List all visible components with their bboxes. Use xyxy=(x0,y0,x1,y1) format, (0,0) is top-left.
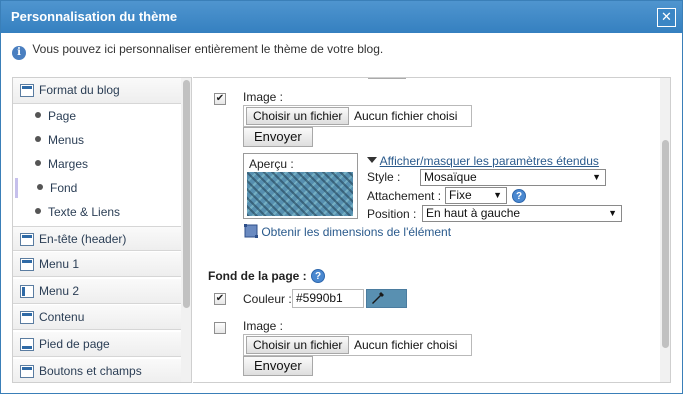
color-input[interactable]: #5990b1 xyxy=(292,289,364,308)
sidebar-group-format[interactable]: Format du blog xyxy=(13,78,181,104)
sidebar-group-footer[interactable]: Pied de page xyxy=(13,332,181,357)
attachment-value: Fixe xyxy=(449,188,472,202)
sidebar-group-header[interactable]: En-tête (header) xyxy=(13,226,181,251)
position-select[interactable]: En haut à gauche ▼ xyxy=(422,205,622,222)
scrollbar-thumb[interactable] xyxy=(183,80,190,308)
sidebar-group-buttons-fields[interactable]: Boutons et champs xyxy=(13,359,181,382)
header-icon xyxy=(20,233,34,246)
dialog-titlebar: Personnalisation du thème ✕ xyxy=(1,1,682,33)
sidebar-group-label: Boutons et champs xyxy=(39,364,142,378)
sidebar-item-menus[interactable]: Menus xyxy=(13,128,181,152)
preview-image xyxy=(247,172,353,216)
choose-file-button[interactable]: Choisir un fichier xyxy=(246,107,350,125)
settings-scrollbar[interactable] xyxy=(660,78,670,382)
sidebar-group-label: Menu 2 xyxy=(39,284,80,298)
dialog-title: Personnalisation du thème xyxy=(11,9,178,24)
color-picker-button[interactable] xyxy=(366,289,407,308)
menu-icon xyxy=(20,285,34,298)
toggle-link-text: Afficher/masquer les paramètres étendus xyxy=(379,154,599,168)
bullet-icon xyxy=(37,184,43,190)
sidebar-group-label: Format du blog xyxy=(39,83,120,97)
dimensions-icon xyxy=(244,224,258,238)
theme-dialog: Personnalisation du thème ✕ i Vous pouve… xyxy=(0,0,683,394)
active-indicator xyxy=(15,178,18,198)
layout-icon xyxy=(20,84,34,97)
choose-file-button[interactable]: Choisir un fichier xyxy=(246,336,350,354)
sidebar-group-menu-1[interactable]: Menu 1 xyxy=(13,252,181,277)
sidebar-item-label: Fond xyxy=(50,181,78,195)
sidebar-group-label: Pied de page xyxy=(39,337,110,351)
page-image-checkbox[interactable] xyxy=(214,322,226,334)
file-status: Aucun fichier choisi xyxy=(354,338,458,352)
help-icon[interactable]: ? xyxy=(512,189,526,203)
position-label: Position : xyxy=(367,207,417,221)
sidebar-item-background[interactable]: Fond xyxy=(13,176,181,200)
style-value: Mosaïque xyxy=(424,170,477,184)
attachment-label: Attachement : xyxy=(367,189,442,203)
sidebar-nav: Format du blog Page Menus Marges Fond Te… xyxy=(12,77,192,383)
sidebar-item-label: Marges xyxy=(48,157,89,171)
dropdown-arrow-icon: ▼ xyxy=(592,172,601,182)
info-text: Vous pouvez ici personnaliser entièremen… xyxy=(32,42,384,56)
sidebar-item-margins[interactable]: Marges xyxy=(13,152,181,176)
page-send-button[interactable]: Envoyer xyxy=(243,356,313,376)
get-dimensions-text: Obtenir les dimensions de l'élément xyxy=(261,225,452,239)
sidebar-item-label: Menus xyxy=(48,133,85,147)
bullet-icon xyxy=(35,136,41,142)
dropdown-arrow-icon: ▼ xyxy=(493,190,502,200)
toggle-extended-settings[interactable]: Afficher/masquer les paramètres étendus xyxy=(367,154,599,168)
divider xyxy=(368,78,406,79)
buttons-icon xyxy=(20,365,34,378)
info-icon: i xyxy=(12,46,26,60)
color-checkbox[interactable]: ✔ xyxy=(214,293,226,305)
preview-label: Aperçu : xyxy=(249,157,294,171)
color-value: #5990b1 xyxy=(296,291,343,305)
menu-icon xyxy=(20,258,34,271)
get-dimensions-link[interactable]: Obtenir les dimensions de l'élément xyxy=(244,224,451,239)
file-status: Aucun fichier choisi xyxy=(354,109,458,123)
scrollbar-thumb[interactable] xyxy=(662,140,669,348)
help-icon[interactable]: ? xyxy=(311,269,325,283)
settings-panel: ✔ Image : Choisir un fichier Aucun fichi… xyxy=(193,77,671,383)
image-preview: Aperçu : xyxy=(243,153,358,219)
dropdown-arrow-icon: ▼ xyxy=(608,208,617,218)
style-select[interactable]: Mosaïque ▼ xyxy=(420,169,606,186)
bullet-icon xyxy=(35,208,41,214)
bullet-icon xyxy=(35,160,41,166)
file-input: Choisir un fichier Aucun fichier choisi xyxy=(243,105,472,127)
sidebar-item-label: Page xyxy=(48,109,77,123)
bullet-icon xyxy=(35,112,41,118)
image-label: Image : xyxy=(243,90,284,104)
sidebar-group-label: Contenu xyxy=(39,310,85,324)
sidebar-scrollbar[interactable] xyxy=(181,78,191,382)
image-checkbox[interactable]: ✔ xyxy=(214,93,226,105)
sidebar-group-label: En-tête (header) xyxy=(39,232,127,246)
style-label: Style : xyxy=(367,170,401,184)
sidebar-group-content[interactable]: Contenu xyxy=(13,305,181,330)
sidebar-item-text-links[interactable]: Texte & Liens xyxy=(13,200,181,224)
color-label: Couleur : xyxy=(243,292,292,306)
close-icon: ✕ xyxy=(661,9,672,24)
page-background-heading: Fond de la page : xyxy=(208,269,307,283)
page-file-input: Choisir un fichier Aucun fichier choisi xyxy=(243,334,472,356)
eyedropper-icon xyxy=(372,292,384,304)
sidebar-group-menu-2[interactable]: Menu 2 xyxy=(13,279,181,304)
sidebar-group-label: Menu 1 xyxy=(39,257,80,271)
footer-icon xyxy=(20,338,34,351)
triangle-down-icon xyxy=(367,157,377,163)
attachment-select[interactable]: Fixe ▼ xyxy=(445,187,507,204)
position-value: En haut à gauche xyxy=(426,206,521,220)
send-button[interactable]: Envoyer xyxy=(243,127,313,147)
content-icon xyxy=(20,311,34,324)
info-bar: i Vous pouvez ici personnaliser entièrem… xyxy=(12,42,383,60)
sidebar-item-page[interactable]: Page xyxy=(13,104,181,128)
sidebar-item-label: Texte & Liens xyxy=(48,205,121,219)
close-button[interactable]: ✕ xyxy=(657,8,676,27)
page-image-label: Image : xyxy=(243,319,284,333)
